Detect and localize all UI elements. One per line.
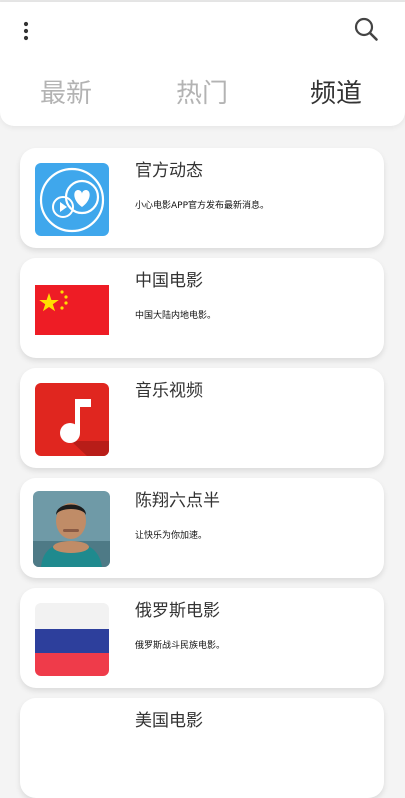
tab-channels[interactable]: 频道 (310, 77, 362, 111)
usa-flag-icon (35, 713, 109, 786)
channel-title: 中国电影 (135, 271, 203, 291)
channel-description: 小心电影APP官方发布最新消息。 (135, 201, 270, 211)
music-note-icon (35, 383, 109, 456)
tab-latest[interactable]: 最新 (40, 77, 92, 111)
more-vertical-icon[interactable] (18, 20, 34, 42)
russia-flag-icon (35, 603, 109, 676)
channel-card-usa-movies[interactable]: 美国电影 (20, 698, 384, 798)
app-header: 最新 热门 频道 (0, 2, 405, 126)
search-icon[interactable] (353, 16, 379, 42)
channel-description: 俄罗斯战斗民族电影。 (135, 641, 226, 651)
channel-description: 中国大陆内地电影。 (135, 311, 217, 321)
channel-title: 音乐视频 (135, 381, 203, 401)
channel-card-russia-movies[interactable]: 俄罗斯电影 俄罗斯战斗民族电影。 (20, 588, 384, 688)
channel-card-official-news[interactable]: 官方动态 小心电影APP官方发布最新消息。 (20, 148, 384, 248)
channel-card-chenxiang[interactable]: 陈翔六点半 让快乐为你加速。 (20, 478, 384, 578)
channel-description: 让快乐为你加速。 (135, 531, 208, 541)
channel-card-music-video[interactable]: 音乐视频 (20, 368, 384, 468)
channel-title: 美国电影 (135, 711, 203, 731)
tab-popular[interactable]: 热门 (176, 77, 228, 111)
channel-title: 陈翔六点半 (135, 491, 220, 511)
channel-title: 俄罗斯电影 (135, 601, 220, 621)
channel-title: 官方动态 (135, 161, 203, 181)
person-avatar (33, 491, 110, 567)
china-flag-icon (35, 273, 109, 346)
official-news-logo-icon (35, 163, 109, 236)
channel-card-china-movies[interactable]: 中国电影 中国大陆内地电影。 (20, 258, 384, 358)
